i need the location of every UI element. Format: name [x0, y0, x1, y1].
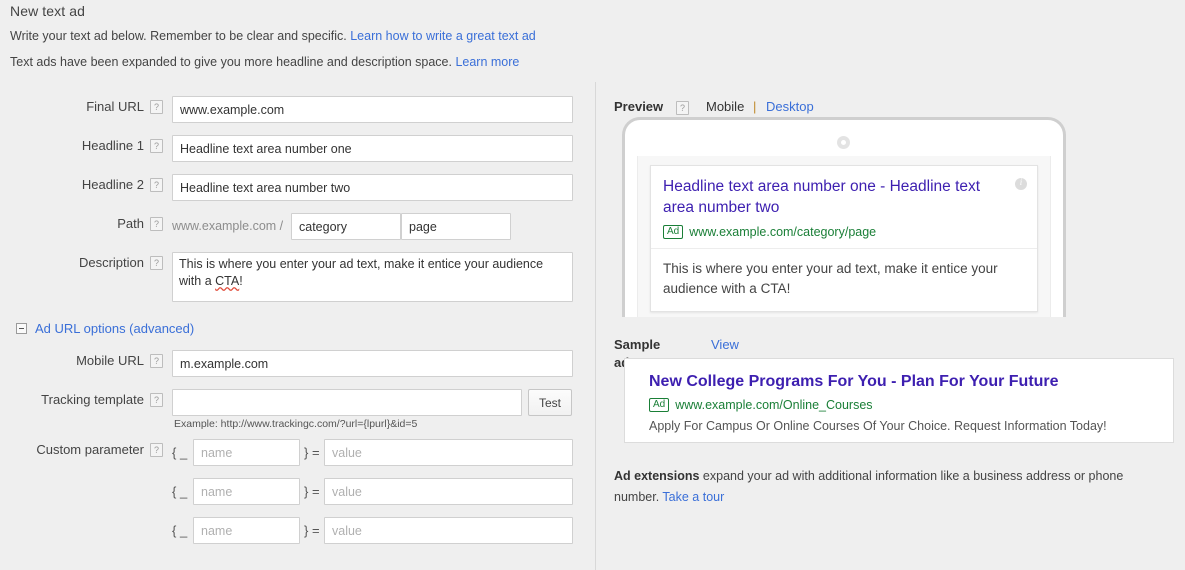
custom-param-open-brace-2: { _ [172, 484, 188, 499]
custom-param-value-input-3[interactable] [324, 517, 573, 544]
field-row-final-url: Final URL ? [0, 96, 595, 135]
help-icon-custom-parameter[interactable]: ? [150, 443, 163, 457]
custom-parameter-label: Custom parameter [36, 442, 144, 457]
help-icon-path[interactable]: ? [150, 217, 163, 231]
preview-label: Preview [614, 99, 664, 114]
test-button[interactable]: Test [528, 389, 572, 416]
instructions-text-2: Text ads have been expanded to give you … [10, 55, 452, 69]
headline-1-input[interactable] [172, 135, 573, 162]
custom-parameter-label-wrap: Custom parameter ? [0, 439, 166, 461]
sample-ad-title[interactable]: New College Programs For You - Plan For … [649, 373, 1059, 391]
tracking-template-label: Tracking template [41, 392, 144, 407]
headline-1-label: Headline 1 [81, 138, 144, 153]
instructions-line-2: Text ads have been expanded to give you … [10, 55, 519, 69]
custom-param-open-brace-3: { _ [172, 523, 188, 538]
headline-2-label: Headline 2 [81, 177, 144, 192]
final-url-label-wrap: Final URL ? [0, 96, 166, 118]
sample-ad-badge: Ad [649, 398, 670, 412]
headline-2-input[interactable] [172, 174, 573, 201]
minus-box-icon[interactable] [16, 323, 27, 334]
tab-separator: | [753, 99, 757, 114]
new-text-ad-page: New text ad Write your text ad below. Re… [0, 0, 1185, 570]
instructions-text-1: Write your text ad below. Remember to be… [10, 29, 347, 43]
learn-how-link[interactable]: Learn how to write a great text ad [350, 29, 536, 43]
ad-url-options-section: Mobile URL ? Tracking template ? Test Ex… [0, 350, 595, 556]
help-icon-headline-2[interactable]: ? [150, 178, 163, 192]
ad-form: Final URL ? Headline 1 ? Headline 2 ? Pa… [0, 96, 595, 314]
description-label: Description [78, 255, 144, 270]
field-row-path: Path ? www.example.com / / [0, 213, 595, 252]
ad-preview-card: Headline text area number one - Headline… [650, 165, 1038, 312]
path-label: Path [117, 216, 144, 231]
tracking-template-label-wrap: Tracking template ? [0, 389, 166, 411]
column-divider [595, 82, 596, 570]
ad-badge: Ad [663, 225, 684, 239]
phone-mockup: Headline text area number one - Headline… [622, 117, 1066, 317]
custom-param-value-input-2[interactable] [324, 478, 573, 505]
description-label-wrap: Description ? [0, 252, 166, 274]
instructions-line-1: Write your text ad below. Remember to be… [10, 29, 536, 43]
sample-ad-url: www.example.com/Online_Courses [675, 398, 873, 412]
description-textarea[interactable]: This is where you enter your ad text, ma… [172, 252, 573, 302]
ad-preview-title[interactable]: Headline text area number one - Headline… [663, 176, 1025, 218]
path-domain-prefix: www.example.com / [172, 219, 284, 233]
tracking-template-input[interactable] [172, 389, 522, 416]
help-icon-tracking-template[interactable]: ? [150, 393, 163, 407]
help-icon-description[interactable]: ? [150, 256, 163, 270]
headline-2-label-wrap: Headline 2 ? [0, 174, 166, 196]
mobile-url-label-wrap: Mobile URL ? [0, 350, 166, 372]
field-row-custom-parameter-2: { _ } = [0, 478, 595, 517]
custom-param-name-input-3[interactable] [193, 517, 300, 544]
custom-param-close-brace-3: } = [304, 523, 320, 538]
sample-ad-card: New College Programs For You - Plan For … [624, 358, 1174, 443]
phone-screen: Headline text area number one - Headline… [637, 156, 1051, 317]
custom-param-close-brace-2: } = [304, 484, 320, 499]
field-row-custom-parameter-3: { _ } = [0, 517, 595, 556]
custom-param-close-brace-1: } = [304, 445, 320, 460]
mobile-url-input[interactable] [172, 350, 573, 377]
info-icon[interactable] [1015, 177, 1027, 190]
field-row-mobile-url: Mobile URL ? [0, 350, 595, 389]
take-a-tour-link[interactable]: Take a tour [662, 490, 724, 504]
phone-speaker-icon [837, 136, 850, 149]
custom-param-name-input-1[interactable] [193, 439, 300, 466]
ad-preview-description: This is where you enter your ad text, ma… [663, 261, 998, 296]
tab-mobile[interactable]: Mobile [706, 98, 744, 116]
page-title: New text ad [10, 3, 86, 19]
help-icon-final-url[interactable]: ? [150, 100, 163, 114]
ad-preview-url: www.example.com/category/page [689, 225, 877, 239]
sample-ad-url-line: Ad www.example.com/Online_Courses [649, 398, 873, 412]
ad-url-options-label: Ad URL options (advanced) [35, 321, 195, 336]
ad-extensions-lead: Ad extensions [614, 469, 700, 483]
field-row-custom-parameter-1: Custom parameter ? { _ } = [0, 439, 595, 478]
sample-ad-description: Apply For Campus Or Online Courses Of Yo… [649, 419, 1107, 433]
field-row-tracking-template: Tracking template ? Test Example: http:/… [0, 389, 595, 439]
preview-panel: Preview ? Mobile | Desktop Headline text… [614, 0, 1185, 570]
ad-preview-url-line: Ad www.example.com/category/page [663, 225, 1025, 239]
help-icon-headline-1[interactable]: ? [150, 139, 163, 153]
mobile-url-label: Mobile URL [76, 353, 144, 368]
help-icon-mobile-url[interactable]: ? [150, 354, 163, 368]
path-segment-1-input[interactable] [291, 213, 401, 240]
field-row-headline-2: Headline 2 ? [0, 174, 595, 213]
headline-1-label-wrap: Headline 1 ? [0, 135, 166, 157]
tracking-template-hint: Example: http://www.trackingc.com/?url={… [174, 418, 418, 430]
description-misspelled-word: CTA [215, 274, 240, 288]
field-row-description: Description ? This is where you enter yo… [0, 252, 595, 314]
ad-extensions-note: Ad extensions expand your ad with additi… [614, 466, 1159, 508]
custom-param-name-input-2[interactable] [193, 478, 300, 505]
path-segment-2-input[interactable] [401, 213, 511, 240]
tab-desktop[interactable]: Desktop [766, 98, 814, 116]
custom-param-open-brace-1: { _ [172, 445, 188, 460]
final-url-label: Final URL [86, 99, 144, 114]
final-url-input[interactable] [172, 96, 573, 123]
help-icon-preview[interactable]: ? [676, 101, 689, 115]
custom-param-value-input-1[interactable] [324, 439, 573, 466]
field-row-headline-1: Headline 1 ? [0, 135, 595, 174]
learn-more-link[interactable]: Learn more [455, 55, 519, 69]
ad-preview-header: Headline text area number one - Headline… [651, 166, 1037, 249]
path-label-wrap: Path ? [0, 213, 166, 235]
